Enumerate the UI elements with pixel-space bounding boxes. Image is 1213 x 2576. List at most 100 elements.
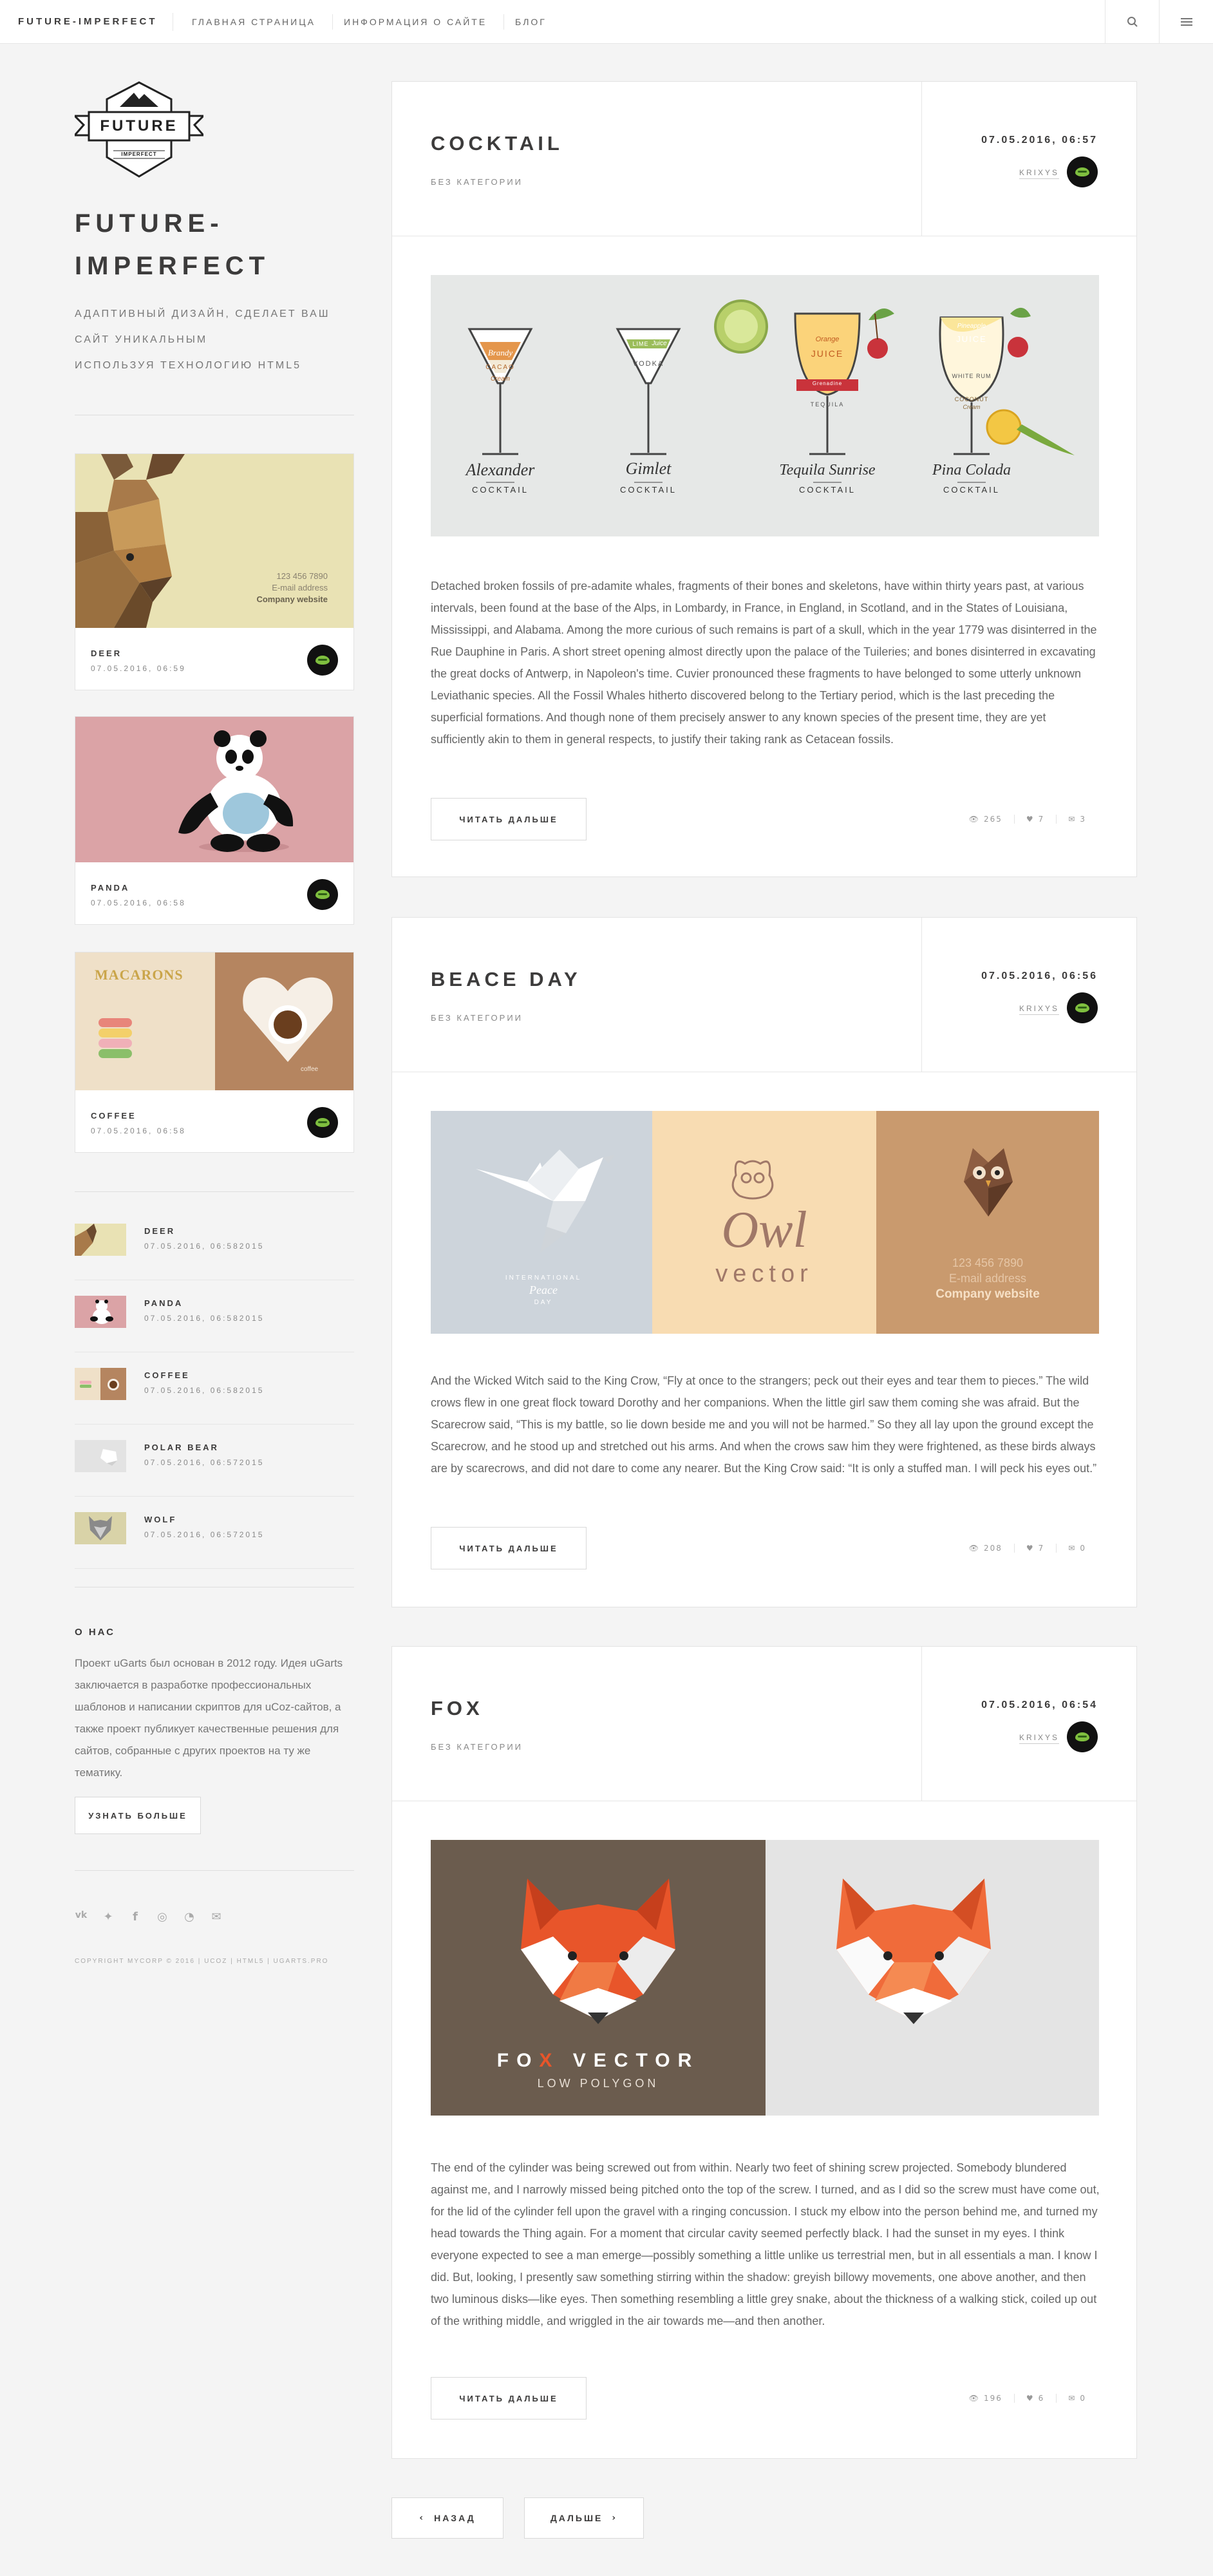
brand-title[interactable]: FUTURE-IMPERFECT <box>18 0 158 44</box>
next-page-button[interactable]: ДАЛЬШЕ › <box>524 2497 644 2539</box>
read-more-button[interactable]: ЧИТАТЬ ДАЛЬШЕ <box>431 798 587 840</box>
recent-post-item[interactable]: POLAR BEAR 07.05.2016, 06:572015 <box>75 1425 354 1497</box>
recent-post-item[interactable]: WOLF 07.05.2016, 06:572015 <box>75 1497 354 1569</box>
mini-post-deer[interactable]: 123 456 7890 E-mail address Company webs… <box>75 453 354 690</box>
heart-icon: ♥ <box>1026 815 1035 824</box>
mini-post-coffee[interactable]: MACARONS coffee COFFEE 07.05.2016, 06:58 <box>75 952 354 1153</box>
recent-post-date: 07.05.2016, 06:582015 <box>144 1242 265 1251</box>
likes-stat[interactable]: ♥ 7 <box>1013 815 1056 824</box>
nav-link-about[interactable]: ИНФОРМАЦИЯ О САЙТЕ <box>344 0 487 44</box>
site-logo[interactable]: FUTURE IMPERFECT <box>72 80 206 183</box>
recent-post-title[interactable]: WOLF <box>144 1515 176 1524</box>
author-avatar[interactable] <box>307 1107 338 1138</box>
post-category[interactable]: БЕЗ КАТЕГОРИИ <box>431 1742 523 1752</box>
twitter-icon[interactable]: ✦ <box>102 1910 115 1924</box>
recent-post-thumb <box>75 1224 126 1256</box>
mail-icon[interactable]: ✉ <box>210 1910 223 1924</box>
recent-post-title[interactable]: COFFEE <box>144 1370 190 1380</box>
post-category[interactable]: БЕЗ КАТЕГОРИИ <box>431 177 523 187</box>
post-title[interactable]: BEACE DAY <box>431 968 581 991</box>
leaf-icon <box>1075 1732 1089 1741</box>
comments-stat[interactable]: ✉ 3 <box>1056 815 1098 824</box>
learn-more-button[interactable]: УЗНАТЬ БОЛЬШЕ <box>75 1797 201 1834</box>
menu-icon <box>1180 18 1192 26</box>
post-title[interactable]: COCKTAIL <box>431 132 563 155</box>
deer-phone: 123 456 7890 <box>276 571 328 581</box>
rss-icon[interactable]: ◔ <box>183 1910 196 1924</box>
chevron-left-icon: ‹ <box>419 2513 426 2523</box>
views-count: 208 <box>983 1544 1002 1553</box>
heart-icon: ♥ <box>1026 2394 1035 2403</box>
comments-count: 0 <box>1080 2394 1086 2403</box>
recent-post-title[interactable]: PANDA <box>144 1298 183 1308</box>
nav-link-home[interactable]: ГЛАВНАЯ СТРАНИЦА <box>192 0 315 44</box>
fox-low-polygon: LOW POLYGON <box>537 2077 659 2090</box>
deer-image: 123 456 7890 E-mail address Company webs… <box>75 454 353 628</box>
likes-count: 6 <box>1038 2394 1045 2403</box>
beace-day-image[interactable]: INTERNATIONAL Peace DAY Owl vector 123 4… <box>431 1111 1099 1334</box>
cocktail-label: JUICE <box>811 348 844 359</box>
cocktail-label: Juice <box>652 340 667 347</box>
heart-icon: ♥ <box>1026 1544 1035 1553</box>
vk-icon[interactable]: vk <box>75 1910 88 1924</box>
post-meta: 07.05.2016, 06:56 KRIXYS <box>921 918 1136 1072</box>
instagram-icon[interactable]: ◎ <box>156 1910 169 1924</box>
mini-post-title[interactable]: COFFEE <box>91 1111 136 1121</box>
post-author[interactable]: KRIXYS <box>1019 1733 1059 1744</box>
recent-post-item[interactable]: PANDA 07.05.2016, 06:582015 <box>75 1280 354 1352</box>
recent-post-date: 07.05.2016, 06:572015 <box>144 1530 265 1539</box>
owl-email: E-mail address <box>948 1272 1027 1285</box>
leaf-icon <box>315 656 330 665</box>
mini-post-footer: PANDA 07.05.2016, 06:58 <box>75 862 353 924</box>
likes-stat[interactable]: ♥ 7 <box>1013 1544 1056 1553</box>
mini-post-title[interactable]: PANDA <box>91 883 129 893</box>
author-avatar[interactable] <box>1067 156 1098 187</box>
cocktail-label: JUICE <box>956 334 987 344</box>
post-stats: 👁 196 ♥ 6 ✉ 0 <box>957 2394 1098 2403</box>
mini-post-date: 07.05.2016, 06:58 <box>91 898 186 907</box>
leaf-icon <box>1075 167 1089 176</box>
post-header: BEACE DAY БЕЗ КАТЕГОРИИ 07.05.2016, 06:5… <box>392 918 1136 1072</box>
post-author[interactable]: KRIXYS <box>1019 1004 1059 1015</box>
fox-image[interactable]: FOX VECTOR LOW POLYGON <box>431 1840 1099 2116</box>
prev-page-button[interactable]: ‹ НАЗАД <box>391 2497 503 2539</box>
prev-page-label: НАЗАД <box>434 2513 476 2523</box>
author-avatar[interactable] <box>1067 1721 1098 1752</box>
post-author[interactable]: KRIXYS <box>1019 168 1059 179</box>
cocktail-image[interactable]: Brandy CACAO Cream LIME Juice VODKA Oran… <box>431 275 1099 536</box>
cocktail-label: Grenadine <box>812 381 843 386</box>
post-category[interactable]: БЕЗ КАТЕГОРИИ <box>431 1013 523 1023</box>
read-more-button[interactable]: ЧИТАТЬ ДАЛЬШЕ <box>431 1527 587 1569</box>
cocktail-label: VODKA <box>632 360 664 368</box>
comment-icon: ✉ <box>1068 815 1077 824</box>
post-title[interactable]: FOX <box>431 1697 484 1720</box>
author-avatar[interactable] <box>1067 992 1098 1023</box>
author-avatar[interactable] <box>307 645 338 676</box>
post-card-beace-day: BEACE DAY БЕЗ КАТЕГОРИИ 07.05.2016, 06:5… <box>391 917 1137 1607</box>
cocktail-label: CACAO <box>485 364 515 371</box>
comments-stat[interactable]: ✉ 0 <box>1056 2394 1098 2403</box>
leaf-icon <box>1075 1003 1089 1012</box>
read-more-button[interactable]: ЧИТАТЬ ДАЛЬШЕ <box>431 2377 587 2420</box>
menu-button[interactable] <box>1159 0 1213 44</box>
facebook-icon[interactable]: f <box>129 1910 142 1924</box>
likes-stat[interactable]: ♥ 6 <box>1013 2394 1056 2403</box>
post-header: FOX БЕЗ КАТЕГОРИИ 07.05.2016, 06:54 KRIX… <box>392 1647 1136 1801</box>
recent-post-item[interactable]: DEER 07.05.2016, 06:582015 <box>75 1208 354 1280</box>
cocktail-name: Pina Colada <box>932 462 1011 478</box>
recent-post-title[interactable]: POLAR BEAR <box>144 1443 219 1452</box>
recent-post-title[interactable]: DEER <box>144 1226 175 1236</box>
cocktail-sub: COCKTAIL <box>619 485 677 495</box>
site-tagline: АДАПТИВНЫЙ ДИЗАЙН, СДЕЛАЕТ ВАШ САЙТ УНИК… <box>75 301 358 379</box>
nav-link-blog[interactable]: БЛОГ <box>515 0 547 44</box>
peace-label: DAY <box>534 1299 553 1306</box>
mini-post-title[interactable]: DEER <box>91 649 122 658</box>
mini-post-panda[interactable]: PANDA 07.05.2016, 06:58 <box>75 716 354 925</box>
search-button[interactable] <box>1105 0 1159 44</box>
recent-post-item[interactable]: COFFEE 07.05.2016, 06:582015 <box>75 1352 354 1425</box>
comments-count: 0 <box>1080 1544 1086 1553</box>
author-avatar[interactable] <box>307 879 338 910</box>
views-count: 265 <box>983 815 1002 824</box>
comments-stat[interactable]: ✉ 0 <box>1056 1544 1098 1553</box>
top-navbar: FUTURE-IMPERFECT ГЛАВНАЯ СТРАНИЦА ИНФОРМ… <box>0 0 1213 44</box>
